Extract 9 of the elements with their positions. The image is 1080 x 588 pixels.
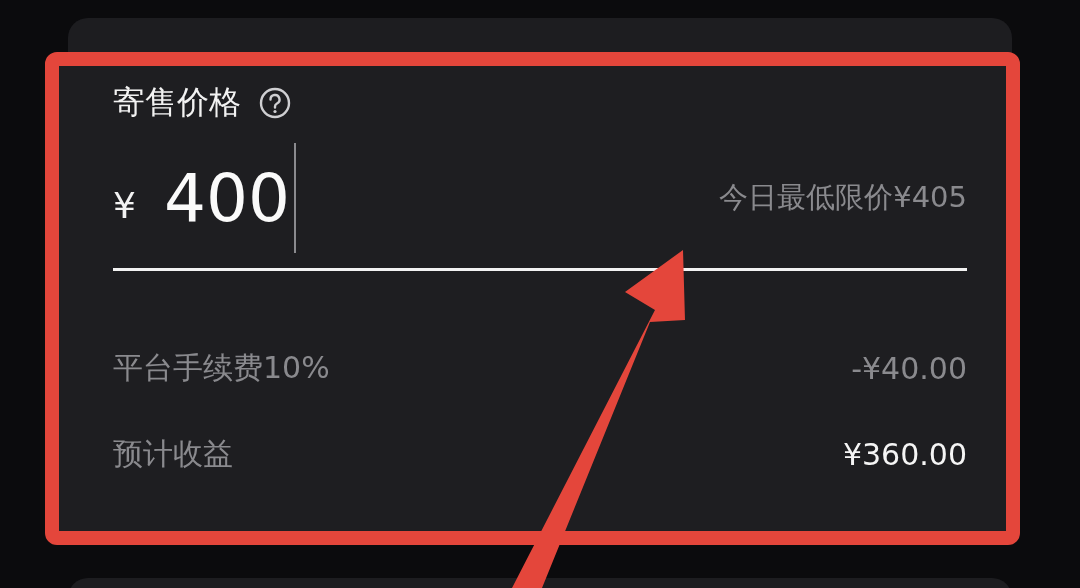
price-value: 400: [163, 159, 290, 237]
min-price-note: 今日最低限价¥405: [719, 179, 967, 216]
section-title: 寄售价格: [113, 82, 241, 123]
help-icon[interactable]: [259, 87, 291, 119]
summary-amount: ¥360.00: [842, 436, 967, 472]
currency-symbol: ¥: [113, 184, 136, 226]
summary-amount: -¥40.00: [851, 350, 967, 386]
summary-label: 预计收益: [113, 434, 233, 473]
summary-label: 平台手续费10%: [113, 348, 330, 387]
